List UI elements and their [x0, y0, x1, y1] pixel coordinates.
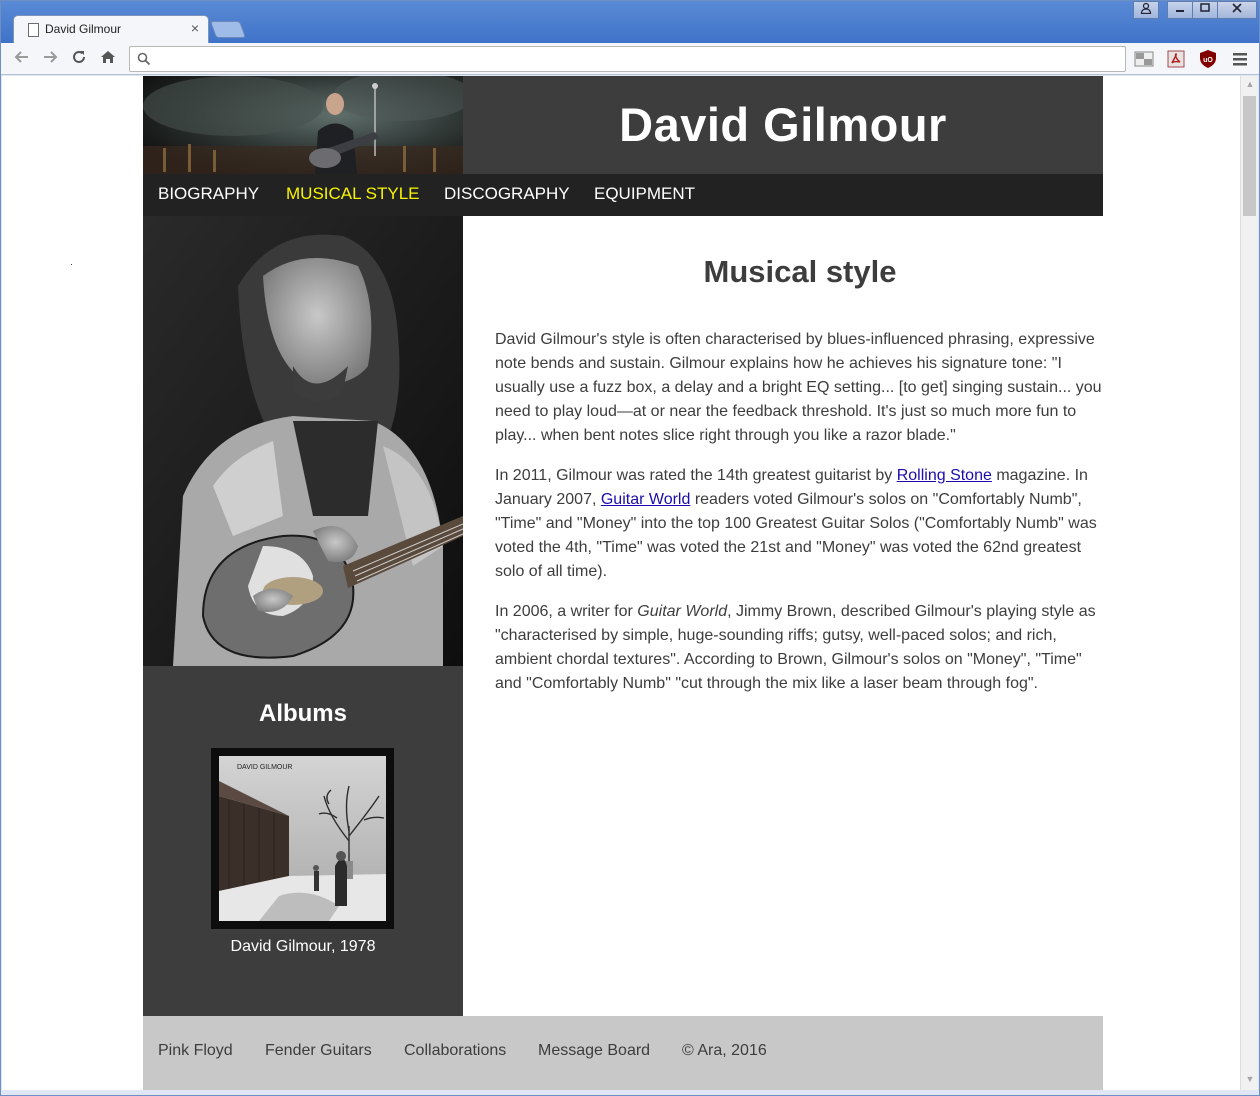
guitar-world-link[interactable]: Guitar World	[601, 491, 691, 508]
home-icon[interactable]	[97, 48, 119, 70]
header-concert-photo	[143, 76, 463, 174]
footer-copyright: © Ara, 2016	[682, 1042, 767, 1059]
footer-link-message-board[interactable]: Message Board	[538, 1042, 650, 1060]
browser-tab[interactable]: David Gilmour ×	[13, 15, 209, 43]
footer-link-collaborations[interactable]: Collaborations	[404, 1042, 506, 1060]
guitar-world-emphasis: Guitar World	[637, 603, 728, 620]
album-cover[interactable]: DAVID GILMOUR	[211, 748, 394, 929]
scroll-up-icon[interactable]: ▲	[1244, 79, 1256, 91]
stray-pixel	[71, 264, 72, 265]
paragraph-1: David Gilmour's style is often character…	[495, 331, 1102, 444]
page-icon	[28, 23, 39, 37]
guitarist-photo	[143, 216, 463, 666]
address-bar[interactable]	[129, 46, 1126, 72]
ublock-shield-icon[interactable]: uO	[1198, 49, 1218, 69]
paragraph-3: In 2006, a writer for Guitar World, Jimm…	[495, 603, 1096, 692]
footer-link-pink-floyd[interactable]: Pink Floyd	[158, 1042, 233, 1060]
browser-toolbar: uO	[1, 43, 1259, 75]
minimize-icon[interactable]	[1167, 1, 1193, 19]
nav-discography[interactable]: DISCOGRAPHY	[444, 184, 570, 204]
tab-close-icon[interactable]: ×	[191, 20, 199, 36]
close-icon[interactable]	[1217, 1, 1257, 19]
albums-heading: Albums	[258, 700, 347, 727]
page: David Gilmour BIOGRAPHY MUSICAL STYLE DI…	[143, 76, 1103, 1090]
scrollbar-thumb[interactable]	[1243, 96, 1256, 216]
main-nav: BIOGRAPHY MUSICAL STYLE DISCOGRAPHY EQUI…	[143, 174, 1103, 216]
tab-title: David Gilmour	[45, 22, 122, 36]
nav-equipment[interactable]: EQUIPMENT	[594, 184, 695, 204]
album-caption: David Gilmour, 1978	[230, 938, 376, 955]
browser-window: David Gilmour × uO David Gilmour BIOGRAP…	[0, 0, 1260, 1096]
search-icon	[137, 52, 151, 66]
new-tab-button[interactable]	[209, 21, 247, 38]
footer-link-fender-guitars[interactable]: Fender Guitars	[265, 1042, 372, 1060]
site-footer: Pink Floyd Fender Guitars Collaborations…	[143, 1016, 1103, 1090]
reload-icon[interactable]	[68, 48, 90, 70]
person-icon[interactable]	[1133, 1, 1159, 19]
pdf-extension-icon[interactable]	[1166, 49, 1186, 69]
page-viewport: David Gilmour BIOGRAPHY MUSICAL STYLE DI…	[2, 76, 1240, 1090]
nav-biography[interactable]: BIOGRAPHY	[158, 184, 259, 204]
rolling-stone-link[interactable]: Rolling Stone	[897, 467, 992, 484]
title-bar: David Gilmour ×	[1, 1, 1259, 43]
site-title: David Gilmour	[619, 98, 947, 151]
sidebar: Albums DAVID GILMOUR David Gilmour, 1978	[143, 216, 463, 1016]
site-header: David Gilmour	[143, 76, 1103, 174]
paragraph-2: In 2011, Gilmour was rated the 14th grea…	[495, 467, 1097, 580]
screen-extension-icon[interactable]	[1134, 49, 1154, 69]
nav-musical-style[interactable]: MUSICAL STYLE	[286, 184, 420, 204]
vertical-scrollbar[interactable]: ▲ ▼	[1240, 76, 1258, 1090]
back-icon[interactable]	[11, 48, 33, 70]
maximize-icon[interactable]	[1192, 1, 1218, 19]
page-heading: Musical style	[703, 254, 897, 289]
album-cover-text: DAVID GILMOUR	[237, 764, 293, 771]
svg-text:uO: uO	[1203, 57, 1213, 64]
forward-icon[interactable]	[39, 48, 61, 70]
menu-icon[interactable]	[1230, 49, 1250, 69]
scroll-down-icon[interactable]: ▼	[1244, 1074, 1256, 1086]
